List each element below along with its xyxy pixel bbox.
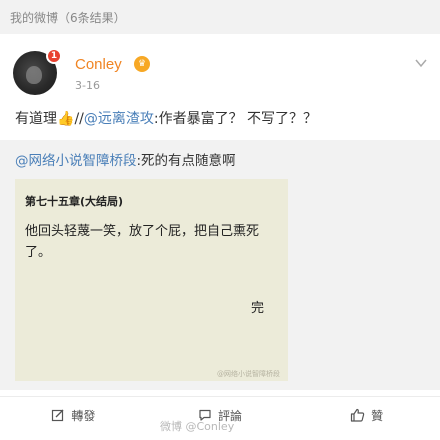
notification-badge: 1 xyxy=(46,48,62,64)
avatar-figure xyxy=(26,66,42,84)
post-text: 有道理👍//@远离渣攻:作者暴富了？ 不写了？？ xyxy=(15,108,317,128)
thumbs-up-icon xyxy=(351,408,365,422)
post-text-prefix: 有道理 xyxy=(15,111,57,127)
results-title: 我的微博（6条结果） xyxy=(10,10,126,25)
image-watermark: @网络小说智障桥段 xyxy=(217,370,280,378)
like-button[interactable]: 贊 xyxy=(293,397,440,433)
repost-image[interactable]: 第七十五章(大结局) 他回头轻蔑一笑，放了个屁，把自己熏死了。 完 @网络小说智… xyxy=(15,179,288,381)
repost-label: 轉發 xyxy=(71,408,96,423)
chapter-end-mark: 完 xyxy=(251,301,265,316)
chapter-title: 第七十五章(大结局) xyxy=(25,195,124,208)
like-label: 贊 xyxy=(371,408,384,423)
author-name[interactable]: Conley xyxy=(75,56,122,73)
repost-text: @网络小说智障桥段:死的有点随意啊 xyxy=(15,149,236,169)
thumbs-emoji: 👍 xyxy=(57,111,75,127)
post-text-rest: :作者暴富了？ 不写了？？ xyxy=(153,111,318,127)
repost-slashes: // xyxy=(74,111,84,127)
results-header: 我的微博（6条结果） xyxy=(0,0,440,34)
vip-crown-icon: ♛ xyxy=(134,56,150,72)
mention-link[interactable]: @远离渣攻 xyxy=(84,111,154,127)
chevron-down-icon[interactable] xyxy=(414,56,428,70)
repost-card[interactable]: @网络小说智障桥段:死的有点随意啊 第七十五章(大结局) 他回头轻蔑一笑，放了个… xyxy=(0,140,440,390)
repost-body: :死的有点随意啊 xyxy=(136,153,236,169)
post-header: 1 Conley ♛ 3-16 xyxy=(0,42,440,100)
chapter-body: 他回头轻蔑一笑，放了个屁，把自己熏死了。 xyxy=(25,224,260,260)
repost-button[interactable]: 轉發 xyxy=(0,397,147,433)
weibo-watermark: 微博 @Conley xyxy=(160,420,235,433)
repost-author-link[interactable]: @网络小说智障桥段 xyxy=(15,153,137,169)
repost-icon xyxy=(52,409,64,422)
post-time: 3-16 xyxy=(75,79,100,92)
